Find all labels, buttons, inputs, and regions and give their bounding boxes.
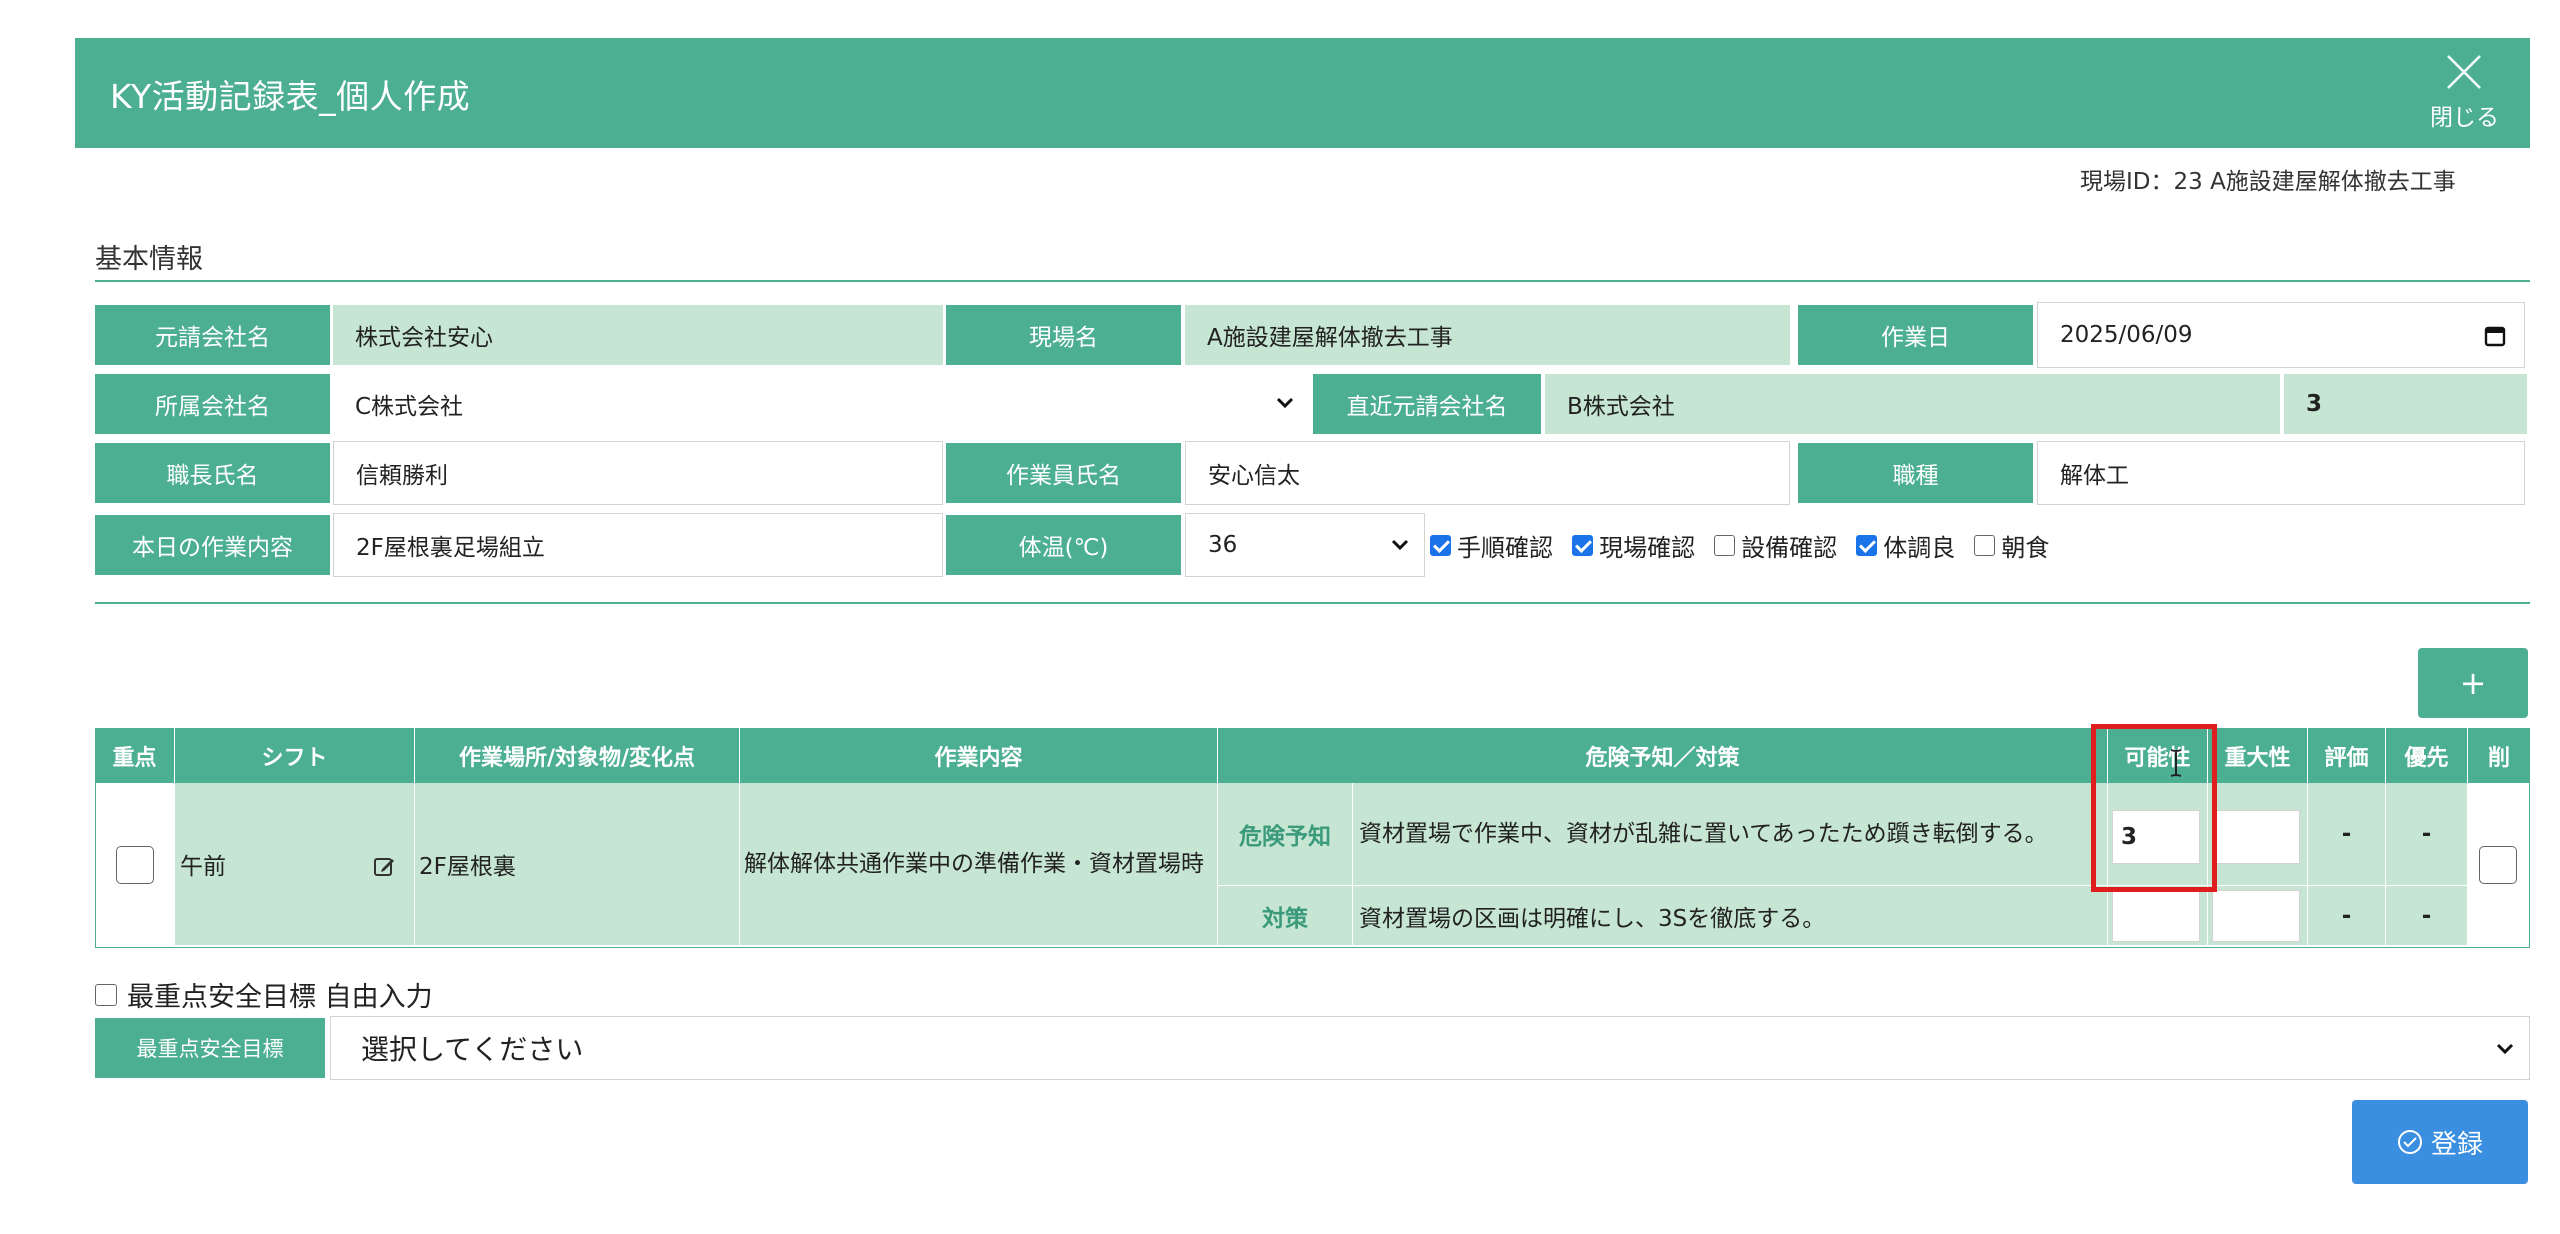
hazard-text: 資材置場で作業中、資材が乱雑に置いてあったため躓き転倒する。 [1353, 783, 2108, 886]
affiliation-value: C株式会社 [355, 394, 464, 420]
precedence-value-2: - [2386, 886, 2468, 946]
section-divider [95, 280, 2530, 282]
measure-text: 資材置場の区画は明確にし、3Sを徹底する。 [1353, 886, 2108, 946]
temperature-value: 36 [1208, 532, 1238, 558]
goal-free-input-label: 最重点安全目標 自由入力 [127, 982, 433, 1013]
priority-checkbox[interactable] [116, 845, 154, 884]
worker-label: 作業員氏名 [946, 443, 1181, 503]
check-circle-icon [2397, 1130, 2422, 1154]
section-title: 基本情報 [95, 244, 203, 275]
location-cell: 2F屋根裏 [415, 783, 740, 946]
check-procedure[interactable]: 手順確認 [1430, 528, 1553, 563]
col-location: 作業場所/対象物/変化点 [415, 728, 740, 783]
checkbox[interactable] [1974, 535, 1996, 556]
col-work: 作業内容 [740, 728, 1218, 783]
goal-select[interactable]: 選択してください [330, 1016, 2530, 1080]
site-id-text: 現場ID：23 A施設建屋解体撤去工事 [2080, 169, 2456, 195]
form-divider [95, 602, 2530, 604]
register-button[interactable]: 登録 [2352, 1100, 2528, 1184]
direct-prime-label: 直近元請会社名 [1313, 374, 1541, 434]
goal-select-value: 選択してください [361, 1033, 584, 1066]
col-hazard: 危険予知／対策 [1218, 728, 2108, 783]
precedence-value: - [2386, 783, 2468, 886]
delete-checkbox[interactable] [2479, 845, 2517, 884]
prime-company-value: 株式会社安心 [333, 305, 943, 365]
temperature-label: 体温(℃) [946, 515, 1181, 575]
severity-input-2[interactable] [2212, 890, 2300, 942]
worker-input[interactable]: 安心信太 [1185, 441, 1790, 505]
affiliation-label: 所属会社名 [95, 374, 330, 434]
register-label: 登録 [2430, 1129, 2483, 1160]
check-condition[interactable]: 体調良 [1856, 528, 1955, 563]
delete-cell [2468, 783, 2529, 946]
checkbox[interactable] [1714, 535, 1736, 556]
col-precedence: 優先 [2386, 728, 2468, 783]
job-type-value: 解体工 [2060, 463, 2129, 489]
shift-cell: 午前 [175, 783, 415, 946]
shift-value: 午前 [180, 854, 226, 880]
col-delete: 削 [2468, 728, 2530, 783]
work-date-label: 作業日 [1798, 305, 2033, 365]
prime-company-label: 元請会社名 [95, 305, 330, 365]
severity-input[interactable] [2212, 810, 2300, 864]
add-row-button[interactable]: + [2418, 648, 2528, 718]
job-type-label: 職種 [1798, 443, 2033, 503]
highlight-box [2091, 724, 2217, 892]
possibility-input-2[interactable] [2112, 890, 2200, 942]
col-shift: シフト [175, 728, 415, 783]
close-label: 閉じる [2430, 105, 2499, 131]
checkbox[interactable] [1572, 535, 1594, 556]
site-name-label: 現場名 [946, 305, 1181, 365]
evaluation-value: - [2308, 783, 2386, 886]
calendar-icon[interactable] [2484, 325, 2506, 347]
evaluation-value-2: - [2308, 886, 2386, 946]
chevron-down-icon [1391, 539, 1409, 551]
edit-icon[interactable] [373, 855, 397, 879]
measure-label: 対策 [1218, 886, 1353, 946]
direct-prime-value: B株式会社 [1545, 374, 2280, 434]
text-cursor-icon [2170, 749, 2182, 777]
check-site[interactable]: 現場確認 [1572, 528, 1695, 563]
work-date-input[interactable]: 2025/06/09 [2037, 302, 2525, 368]
page-title: KY活動記録表_個人作成 [110, 77, 471, 116]
health-checks: 手順確認 現場確認 設備確認 体調良 朝食 [1430, 528, 2063, 563]
job-type-input[interactable]: 解体工 [2037, 441, 2525, 505]
temperature-select[interactable]: 36 [1185, 513, 1425, 577]
chevron-down-icon [2496, 1043, 2514, 1055]
close-button[interactable]: 閉じる [2418, 46, 2508, 138]
foreman-label: 職長氏名 [95, 443, 330, 503]
goal-free-input-checkbox[interactable] [95, 983, 117, 1006]
foreman-input[interactable]: 信頼勝利 [333, 441, 943, 505]
checkbox[interactable] [1856, 535, 1878, 556]
affiliation-select[interactable]: C株式会社 [333, 372, 1313, 436]
priority-cell [96, 783, 175, 946]
todays-work-value: 2F屋根裏足場組立 [356, 535, 545, 561]
col-evaluation: 評価 [2308, 728, 2386, 783]
goal-label: 最重点安全目標 [95, 1018, 325, 1078]
todays-work-input[interactable]: 2F屋根裏足場組立 [333, 513, 943, 577]
todays-work-label: 本日の作業内容 [95, 515, 330, 575]
hazard-label: 危険予知 [1218, 783, 1353, 886]
work-date-value: 2025/06/09 [2060, 322, 2193, 348]
col-severity: 重大性 [2208, 728, 2308, 783]
chevron-down-icon [1276, 397, 1294, 409]
foreman-value: 信頼勝利 [356, 463, 448, 489]
goal-free-input-toggle[interactable]: 最重点安全目標 自由入力 [95, 975, 433, 1014]
check-equipment[interactable]: 設備確認 [1714, 528, 1837, 563]
worker-value: 安心信太 [1208, 463, 1300, 489]
site-name-value: A施設建屋解体撤去工事 [1185, 305, 1790, 365]
work-cell: 解体解体共通作業中の準備作業・資材置場時 [740, 783, 1218, 946]
checkbox[interactable] [1430, 535, 1451, 556]
col-priority: 重点 [95, 728, 175, 783]
direct-prime-number: 3 [2284, 374, 2527, 434]
close-icon [2447, 55, 2481, 89]
check-breakfast[interactable]: 朝食 [1974, 528, 2049, 563]
